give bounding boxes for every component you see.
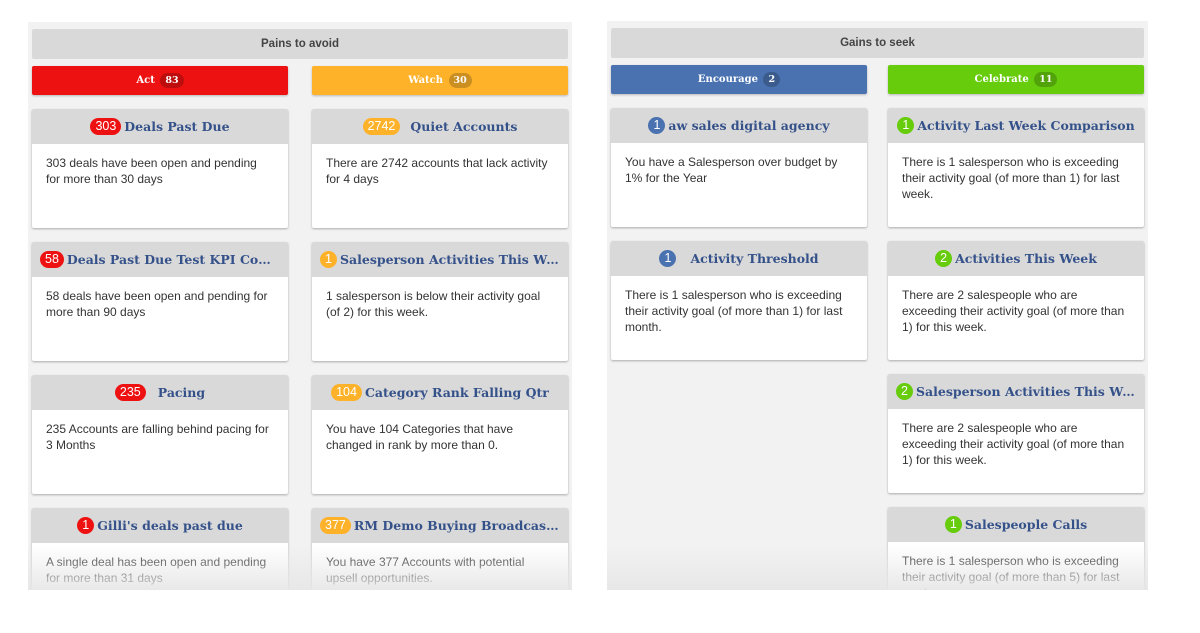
board-title: Pains to avoid (32, 29, 568, 59)
column-count-badge: 30 (448, 73, 472, 88)
kpi-count-badge: 377 (320, 517, 351, 534)
kpi-card[interactable]: 2 Salesperson Activities This Week There … (888, 374, 1144, 493)
kpi-count-badge: 58 (40, 251, 64, 268)
kpi-card-description: 1 salesperson is below their activity go… (326, 289, 541, 319)
kpi-card-description: A single deal has been open and pending … (46, 555, 267, 585)
kpi-card[interactable]: 1 Activity Threshold There is 1 salespers… (611, 241, 867, 360)
kpi-card-description: 235 Accounts are falling behind pacing f… (46, 422, 269, 452)
encourage-column: Encourage 2 1 aw sales digital agency You… (611, 65, 867, 590)
kpi-card-title: Activity Threshold (690, 251, 819, 266)
kpi-card-header: 2742 Quiet Accounts (312, 109, 568, 144)
kpi-card-description: There is 1 salesperson who is exceeding … (902, 554, 1120, 590)
kpi-card-title: RM Demo Buying Broadcast but ... (353, 518, 568, 533)
kpi-card-title: Quiet Accounts (410, 119, 518, 134)
kpi-card-header: 303 Deals Past Due (32, 109, 288, 144)
kpi-card-description: There are 2742 accounts that lack activi… (326, 156, 548, 186)
kpi-count-badge: 303 (90, 118, 122, 135)
kpi-count-badge: 1 (320, 251, 337, 268)
kpi-card-title: Salesperson Activities This Week (916, 384, 1144, 399)
gains-board: Gains to seek Encourage 2 1 aw sales digi… (607, 21, 1148, 590)
kpi-card-title: Pacing (157, 385, 206, 400)
kpi-card-description: You have a Salesperson over budget by 1%… (625, 155, 838, 185)
kpi-card-header: 235 Pacing (32, 375, 288, 410)
pains-board: Pains to avoid Act 83 303 Deals Past Due … (28, 22, 572, 590)
kpi-card[interactable]: 235 Pacing 235 Accounts are falling behin… (32, 375, 288, 494)
kpi-card-title: aw sales digital agency (668, 118, 830, 133)
celebrate-column-header[interactable]: Celebrate 11 (888, 65, 1144, 94)
kpi-card-header: 2 Activities This Week (888, 241, 1144, 276)
kpi-card-header: 1 Gilli's deals past due (32, 508, 288, 543)
kpi-card-description: You have 104 Categories that have change… (326, 422, 514, 452)
kpi-count-badge: 104 (331, 384, 362, 401)
kpi-card-header: 1 Salesperson Activities This Week (312, 242, 568, 277)
column-label: Encourage (697, 74, 758, 85)
kpi-count-badge: 1 (77, 517, 95, 534)
kpi-card[interactable]: 377RM Demo Buying Broadcast but ... You … (312, 508, 568, 590)
kpi-card-title: Salesperson Activities This Week (340, 252, 568, 267)
kpi-card-header: 1 Activity Threshold (611, 241, 867, 276)
kpi-card[interactable]: 104 Category Rank Falling Qtr You have 10… (312, 375, 568, 494)
kpi-card[interactable]: 1 Activity Last Week Comparison There is … (888, 108, 1144, 227)
act-column-header[interactable]: Act 83 (32, 66, 288, 95)
kpi-card-description: You have 377 Accounts with potential ups… (326, 555, 525, 585)
kpi-card-title: Activities This Week (955, 251, 1097, 266)
kpi-card-header: 1 Activity Last Week Comparison (888, 108, 1144, 143)
kpi-count-badge: 1 (648, 117, 666, 134)
kpi-card[interactable]: 1 Salesperson Activities This Week 1 sale… (312, 242, 568, 361)
kpi-card-description: There is 1 salesperson who is exceeding … (902, 155, 1120, 201)
kpi-count-badge: 235 (114, 384, 146, 401)
kpi-card[interactable]: 2742 Quiet Accounts There are 2742 accoun… (312, 109, 568, 228)
kpi-card-description: 58 deals have been open and pending for … (46, 289, 268, 319)
kpi-card-description: 303 deals have been open and pending for… (46, 156, 257, 186)
kpi-card-header: 104 Category Rank Falling Qtr (312, 375, 568, 410)
kpi-card-description: There are 2 salespeople who are exceedin… (902, 421, 1125, 467)
kpi-count-badge: 1 (659, 250, 677, 267)
kpi-card-description: There are 2 salespeople who are exceedin… (902, 288, 1125, 334)
kpi-count-badge: 2742 (362, 118, 401, 135)
column-label: Watch (408, 75, 444, 86)
kpi-card-header: 1 Salespeople Calls (888, 507, 1144, 542)
column-count-badge: 83 (160, 73, 184, 88)
kpi-count-badge: 1 (944, 516, 962, 533)
kpi-card-header: 377RM Demo Buying Broadcast but ... (312, 508, 568, 543)
kpi-count-badge: 1 (897, 117, 915, 134)
kpi-card-title: Activity Last Week Comparison (917, 118, 1135, 133)
kpi-card-header: 1 aw sales digital agency (611, 108, 867, 143)
kpi-card[interactable]: 58Deals Past Due Test KPI Comparis... 58… (32, 242, 288, 361)
kpi-card[interactable]: 1 Salespeople Calls There is 1 salesperso… (888, 507, 1144, 590)
kpi-card[interactable]: 2 Activities This Week There are 2 salesp… (888, 241, 1144, 360)
kpi-card-title: Deals Past Due (124, 119, 230, 134)
column-count-badge: 2 (763, 72, 781, 87)
kpi-card-header: 58Deals Past Due Test KPI Comparis... (32, 242, 288, 277)
celebrate-column: Celebrate 11 1 Activity Last Week Compari… (888, 65, 1144, 590)
kpi-card-title: Category Rank Falling Qtr (364, 385, 549, 400)
kpi-card-title: Salespeople Calls (964, 517, 1088, 532)
column-label: Act (136, 75, 155, 86)
column-label: Celebrate (974, 74, 1029, 85)
kpi-card-title: Gilli's deals past due (97, 518, 243, 533)
kpi-card-description: There is 1 salesperson who is exceeding … (625, 288, 843, 334)
kpi-count-badge: 2 (896, 383, 913, 400)
kpi-card[interactable]: 1 aw sales digital agency You have a Sale… (611, 108, 867, 227)
encourage-column-header[interactable]: Encourage 2 (611, 65, 867, 94)
watch-column: Watch 30 2742 Quiet Accounts There are 27… (312, 66, 568, 590)
kpi-card[interactable]: 303 Deals Past Due 303 deals have been op… (32, 109, 288, 228)
kpi-card[interactable]: 1 Gilli's deals past due A single deal ha… (32, 508, 288, 590)
board-title: Gains to seek (611, 28, 1144, 58)
column-count-badge: 11 (1034, 72, 1058, 87)
kpi-count-badge: 2 (935, 250, 953, 267)
kpi-card-title: Deals Past Due Test KPI Comparis... (66, 252, 288, 267)
watch-column-header[interactable]: Watch 30 (312, 66, 568, 95)
act-column: Act 83 303 Deals Past Due 303 deals have … (32, 66, 288, 590)
kpi-card-header: 2 Salesperson Activities This Week (888, 374, 1144, 409)
